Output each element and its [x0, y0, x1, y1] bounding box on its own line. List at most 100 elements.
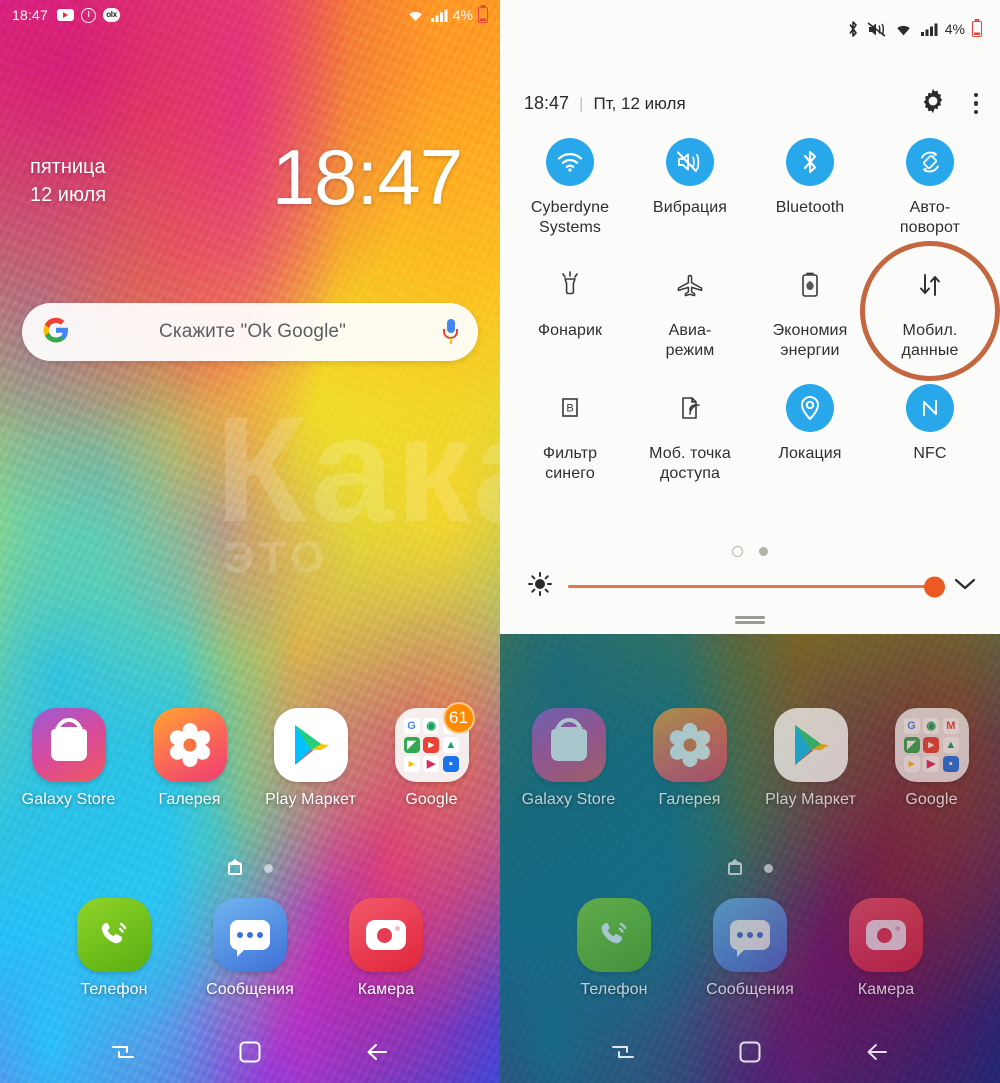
- app-label: Камера: [857, 981, 915, 998]
- shopping-bag-icon: [531, 708, 606, 782]
- tile-label: Моб. точка доступа: [649, 444, 731, 483]
- battery-icon: [972, 21, 982, 37]
- header-actions: [920, 88, 978, 119]
- clock-widget[interactable]: пятница 12 июля 18:47: [30, 138, 480, 216]
- page-dot[interactable]: [759, 547, 768, 556]
- mini-playmusic-icon: ▶: [923, 756, 940, 772]
- app-camera[interactable]: Камера: [333, 898, 439, 999]
- app-galaxy-store[interactable]: Galaxy Store: [16, 708, 122, 809]
- battery-percent: 4%: [944, 21, 965, 37]
- battery-percent: 4%: [452, 7, 473, 23]
- app-phone[interactable]: Телефон: [561, 898, 667, 999]
- mini-google-icon: G: [403, 718, 420, 734]
- mini-google-icon: G: [903, 718, 920, 734]
- google-search-bar[interactable]: Скажите "Ok Google": [22, 303, 478, 361]
- app-messages[interactable]: Сообщения: [697, 898, 803, 999]
- app-label: Телефон: [80, 981, 148, 998]
- status-bar-system-icons: 4%: [846, 20, 982, 38]
- app-gallery[interactable]: Галерея: [137, 708, 243, 809]
- search-placeholder: Скажите "Ok Google": [159, 321, 346, 342]
- mini-chrome-icon: ◉: [423, 718, 440, 734]
- page-dot: [263, 864, 273, 873]
- vibrate-mute-icon: [666, 138, 714, 186]
- app-label: Сообщения: [706, 981, 794, 998]
- slider-thumb[interactable]: [924, 576, 945, 597]
- app-play-market[interactable]: Play Маркет: [758, 708, 864, 809]
- app-label: Play Маркет: [765, 791, 856, 808]
- home-square-icon[interactable]: [723, 1032, 777, 1072]
- left-phone-home-screen: Кака ЭТО 18:47 olx 4%: [0, 0, 500, 1083]
- app-phone[interactable]: Телефон: [61, 898, 167, 999]
- tile-mobile-data[interactable]: Мобил. данные: [860, 240, 1000, 381]
- app-camera[interactable]: Камера: [833, 898, 939, 999]
- wifi-icon: [546, 138, 594, 186]
- youtube-icon: [57, 9, 75, 21]
- mini-maps-icon: ◤: [903, 737, 920, 753]
- tile-label: Авиа- режим: [665, 321, 715, 360]
- microphone-icon[interactable]: [443, 319, 458, 345]
- mini-gmail-icon: M: [942, 718, 959, 734]
- flashlight-icon: [546, 261, 594, 309]
- recents-icon[interactable]: [96, 1032, 150, 1072]
- play-triangle-icon: [773, 708, 848, 782]
- play-triangle-icon: [273, 708, 348, 782]
- google-g-icon: [42, 316, 70, 349]
- navigation-bar: [500, 1021, 1000, 1083]
- panel-drag-handle[interactable]: [735, 616, 765, 624]
- wifi-icon: [897, 25, 910, 35]
- tile-label: Экономия энергии: [772, 321, 848, 360]
- tile-vibration[interactable]: Вибрация: [630, 132, 750, 239]
- app-label: Google: [405, 791, 458, 808]
- app-folder-google[interactable]: G ◉ M ◤ ▸ ▲ ▸ ▶ ▪ Google: [879, 708, 985, 809]
- tile-airplane-mode[interactable]: Авиа- режим: [630, 255, 750, 362]
- tile-label: Фонарик: [537, 321, 603, 339]
- chat-bubble-icon: [213, 898, 287, 972]
- tile-label: Фильтр синего: [542, 444, 598, 483]
- svg-text:B: B: [566, 402, 573, 414]
- flower-icon: [152, 708, 227, 782]
- battery-icon: [478, 7, 488, 23]
- header-time: 18:47: [524, 93, 570, 113]
- app-messages[interactable]: Сообщения: [197, 898, 303, 999]
- home-page-indicator: [500, 862, 1000, 875]
- location-pin-icon: [786, 383, 834, 432]
- hotspot-icon: [666, 384, 714, 432]
- airplane-icon: [666, 261, 714, 309]
- camera-icon: [349, 898, 423, 972]
- recents-icon[interactable]: [596, 1032, 650, 1072]
- app-label: Телефон: [580, 981, 648, 998]
- app-gallery[interactable]: Галерея: [637, 708, 743, 809]
- navigation-bar: [0, 1021, 500, 1083]
- back-arrow-icon[interactable]: [850, 1032, 904, 1072]
- tile-auto-rotate[interactable]: Авто- поворот: [870, 132, 990, 239]
- tile-flashlight[interactable]: Фонарик: [510, 255, 630, 362]
- tile-blue-light-filter[interactable]: B Фильтр синего: [510, 378, 630, 485]
- tile-location[interactable]: Локация: [750, 378, 870, 485]
- mini-chrome-icon: ◉: [923, 718, 940, 734]
- brightness-slider[interactable]: [568, 576, 945, 597]
- home-square-icon[interactable]: [223, 1032, 277, 1072]
- chat-bubble-icon: [713, 898, 787, 972]
- app-folder-google[interactable]: G ◉ M ◤ ▸ ▲ ▸ ▶ ▪ 61 Google: [379, 702, 485, 809]
- mini-duo-icon: ▪: [442, 756, 459, 772]
- clock-weekday: пятница: [30, 156, 106, 178]
- page-dot-active[interactable]: [732, 546, 743, 557]
- shopping-bag-icon: [31, 708, 106, 782]
- tile-mobile-hotspot[interactable]: Моб. точка доступа: [630, 378, 750, 485]
- app-play-market[interactable]: Play Маркет: [258, 708, 364, 809]
- tile-wifi[interactable]: Cyberdyne Systems: [510, 132, 630, 239]
- gear-icon[interactable]: [920, 88, 946, 119]
- more-vertical-icon[interactable]: [973, 92, 978, 115]
- auto-rotate-icon: [906, 138, 954, 186]
- mini-drive-icon: ▲: [442, 737, 459, 753]
- tile-nfc[interactable]: NFC: [870, 378, 990, 485]
- app-galaxy-store[interactable]: Galaxy Store: [516, 708, 622, 809]
- tile-bluetooth[interactable]: Bluetooth: [750, 132, 870, 239]
- chevron-down-icon[interactable]: [952, 575, 978, 598]
- header-separator: |: [579, 93, 584, 113]
- tile-label: Авто- поворот: [899, 199, 961, 237]
- quick-settings-tiles: Cyberdyne Systems Вибрация Bluetooth Авт…: [510, 132, 1000, 485]
- back-arrow-icon[interactable]: [350, 1032, 404, 1072]
- phone-handset-icon: [577, 898, 651, 972]
- tile-power-saving[interactable]: Экономия энергии: [750, 255, 870, 362]
